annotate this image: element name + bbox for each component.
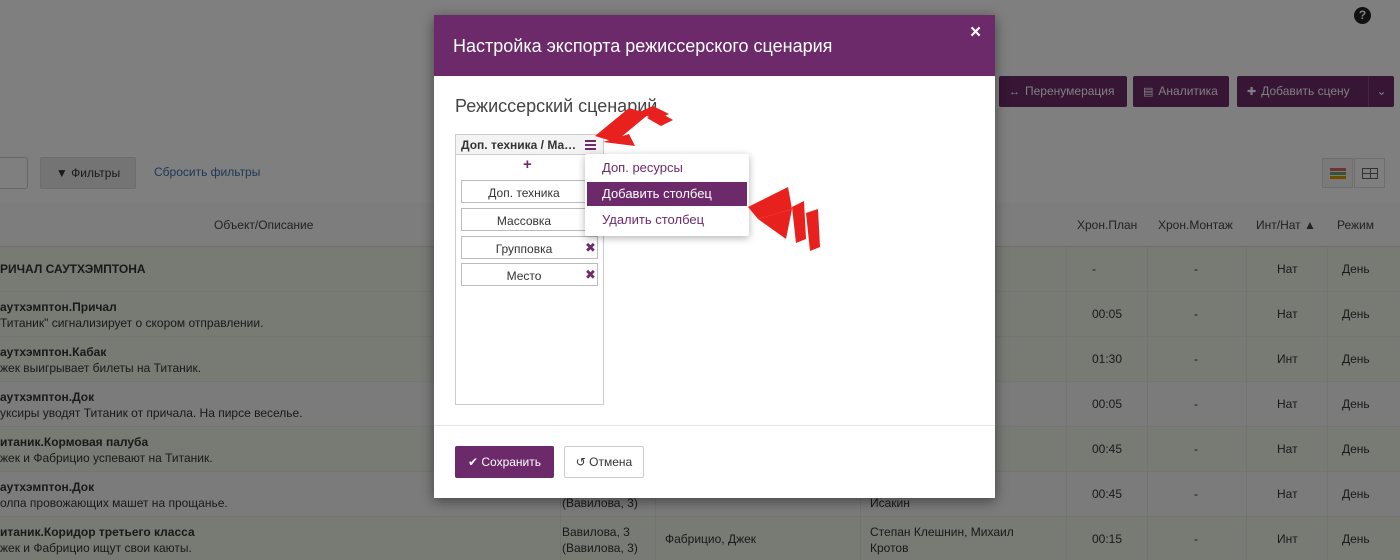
menu-item-extra-resources[interactable]: Доп. ресурсы [587, 156, 747, 180]
remove-x-icon[interactable]: ✖ [585, 240, 596, 256]
column-header-label: Доп. техника / Массовка [461, 138, 579, 152]
column-item[interactable]: Доп. техника✖ [461, 180, 598, 203]
column-panel: Доп. техника / Массовка + Доп. техника✖М… [455, 134, 604, 405]
add-item-icon[interactable]: + [523, 156, 532, 173]
column-item[interactable]: Место ✖ [461, 263, 598, 286]
column-item[interactable]: Групповка ✖ [461, 236, 598, 259]
undo-icon: ↺ [575, 455, 590, 469]
cancel-button[interactable]: ↺ Отмена [564, 446, 644, 478]
red-pointer-arrow-icon [595, 106, 673, 146]
close-icon[interactable]: × [970, 23, 981, 43]
remove-x-icon[interactable]: ✖ [585, 267, 596, 283]
column-menu-dropdown: Доп. ресурсы Добавить столбец Удалить ст… [585, 154, 749, 236]
column-item-label: Массовка [496, 214, 552, 228]
red-pointer-arrow-icon [748, 187, 820, 251]
export-settings-modal: Настройка экспорта режиссерского сценари… [434, 15, 995, 498]
menu-item-add-column[interactable]: Добавить столбец [587, 182, 747, 206]
cancel-label: Отмена [589, 455, 633, 469]
checkmark-icon: ✔ [467, 455, 482, 469]
column-item-label: Место [506, 269, 542, 283]
save-label: Сохранить [481, 455, 542, 469]
column-item-label: Доп. техника [488, 186, 560, 200]
column-item[interactable]: Массовка✖ [461, 208, 598, 231]
modal-header: Настройка экспорта режиссерского сценари… [434, 15, 995, 76]
menu-item-remove-column[interactable]: Удалить столбец [587, 208, 747, 232]
footer-divider [434, 425, 995, 426]
column-header: Доп. техника / Массовка [456, 135, 603, 155]
column-item-label: Групповка [495, 242, 553, 256]
save-button[interactable]: ✔ Сохранить [455, 446, 554, 478]
modal-title: Настройка экспорта режиссерского сценари… [453, 36, 833, 56]
